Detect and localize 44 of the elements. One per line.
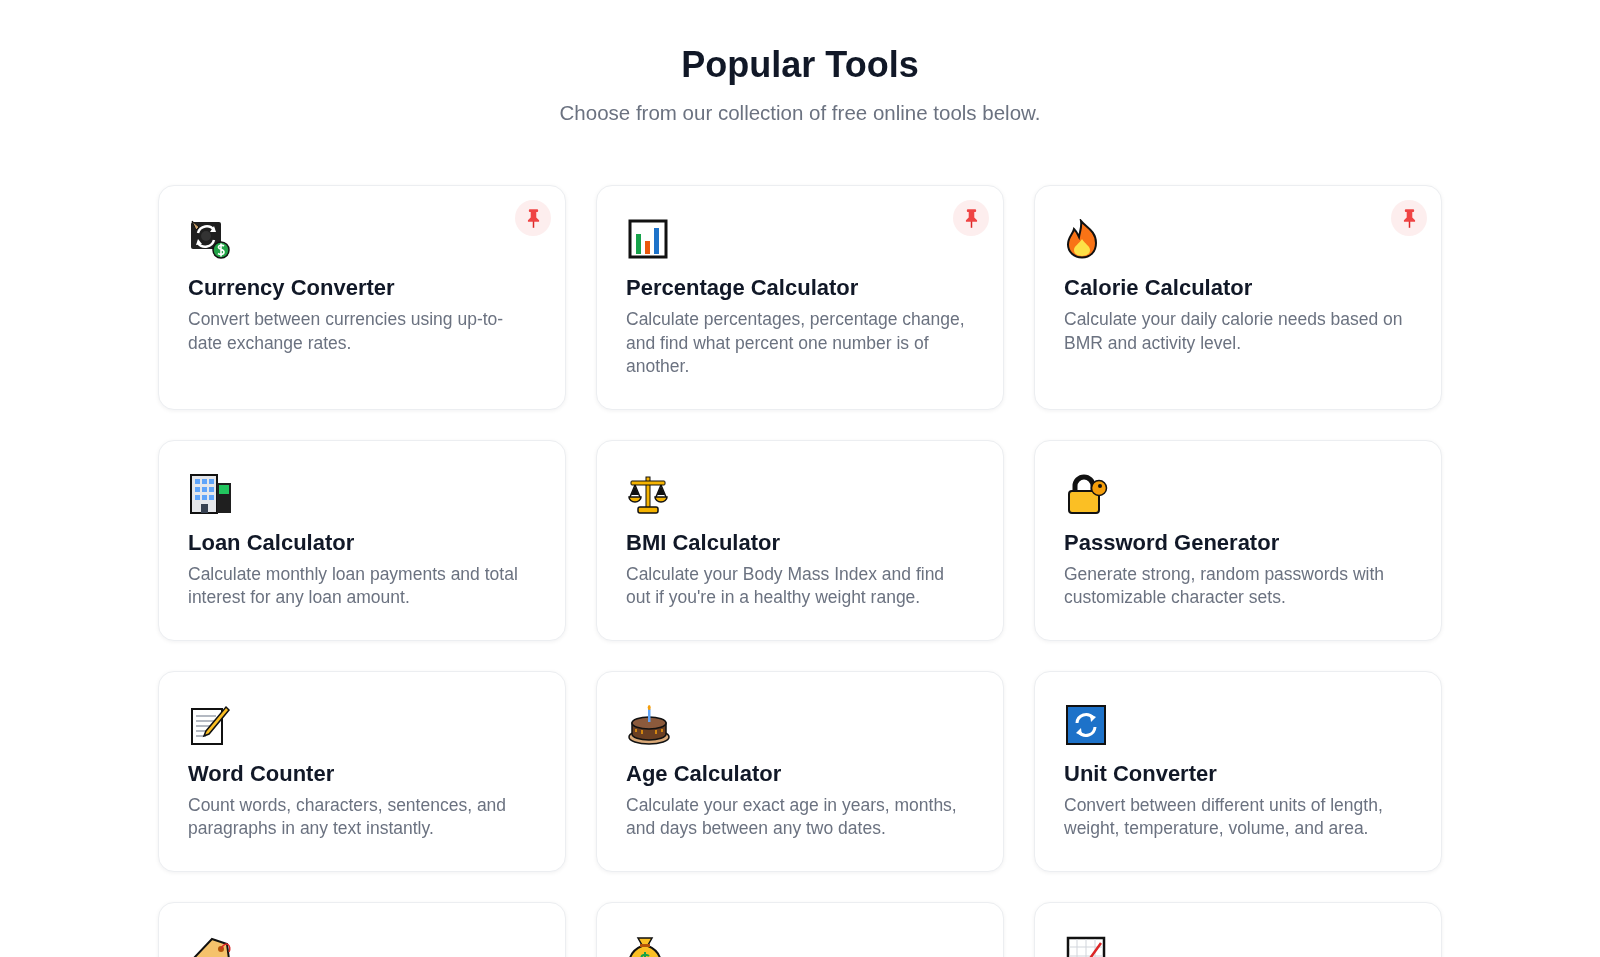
tool-title: Age Calculator xyxy=(626,759,782,788)
tool-title: Word Counter xyxy=(188,759,335,788)
tool-card[interactable]: Age Calculator Calculate your exact age in years, months, and days between any two dates. xyxy=(596,670,1004,872)
pushpin-icon xyxy=(964,208,978,228)
tool-description: Calculate monthly loan payments and total interest for any loan amount. xyxy=(188,562,519,609)
tool-description: Convert between currencies using up-to-date exchange rates. xyxy=(188,308,505,355)
tool-card[interactable]: Calorie Calculator Calculate your daily calorie needs based on BMR and activity level. xyxy=(1034,185,1442,410)
pushpin-icon xyxy=(526,208,540,228)
tool-title: Password Generator xyxy=(1064,528,1280,557)
tool-title: Loan Calculator xyxy=(188,528,355,557)
memo-pencil-icon xyxy=(190,704,230,745)
balance-scale-icon xyxy=(628,473,668,514)
tool-title: Unit Converter xyxy=(1064,759,1217,788)
page-title: Popular Tools xyxy=(681,43,919,87)
tool-description: Convert between different units of length, weight, temperature, volume, and area. xyxy=(1064,793,1384,840)
tool-description: Calculate percentages, percentage change, and find what percent one number is of another. xyxy=(626,308,966,378)
tool-card[interactable]: Word Counter Count words, characters, sentences, and paragraphs in any text instantly. xyxy=(158,670,566,872)
tool-title: Calorie Calculator xyxy=(1064,274,1253,302)
flame-icon xyxy=(1066,219,1098,259)
padlock-key-icon xyxy=(1066,473,1108,514)
tool-description: Calculate your daily calorie needs based on BMR and activity level. xyxy=(1064,308,1404,355)
pin-button[interactable] xyxy=(1391,200,1427,236)
page-subtitle: Choose from our collection of free online tools below. xyxy=(559,101,1041,125)
pushpin-icon xyxy=(1402,208,1416,228)
tool-description: Count words, characters, sentences, and paragraphs in any text instantly. xyxy=(188,793,508,840)
tool-card[interactable]: Loan Calculator Calculate monthly loan payments and total interest for any loan amount. xyxy=(158,439,566,641)
pin-button[interactable] xyxy=(953,200,989,236)
office-building-icon xyxy=(190,473,232,514)
tool-card[interactable]: Password Generator Generate strong, random passwords with customizable character sets. xyxy=(1034,439,1442,641)
tool-title: BMI Calculator xyxy=(626,528,781,557)
bar-chart-icon xyxy=(628,219,668,259)
refresh-arrows-icon xyxy=(1066,704,1106,745)
tool-card[interactable]: BMI Calculator Calculate your Body Mass Index and find out if you're in a healthy weight range. xyxy=(596,439,1004,641)
tool-description: Calculate your exact age in years, months, and days between any two dates. xyxy=(626,793,958,840)
tool-card[interactable]: Unit Converter Convert between different units of length, weight, temperature, volume, and area. xyxy=(1034,670,1442,872)
pin-button[interactable] xyxy=(515,200,551,236)
tool-title: Currency Converter xyxy=(188,274,395,302)
currency-exchange-icon xyxy=(190,219,230,259)
tool-card[interactable]: Currency Converter Convert between currencies using up-to-date exchange rates. xyxy=(158,185,566,410)
tool-description: Calculate your Body Mass Index and find out if you're in a healthy weight range. xyxy=(626,562,946,609)
tool-description: Generate strong, random passwords with customizable character sets. xyxy=(1064,562,1386,609)
tool-title: Percentage Calculator xyxy=(626,274,859,302)
birthday-cake-icon xyxy=(628,704,670,745)
tool-card[interactable]: Percentage Calculator Calculate percentages, percentage change, and find what percent one number is of another. xyxy=(596,185,1004,410)
